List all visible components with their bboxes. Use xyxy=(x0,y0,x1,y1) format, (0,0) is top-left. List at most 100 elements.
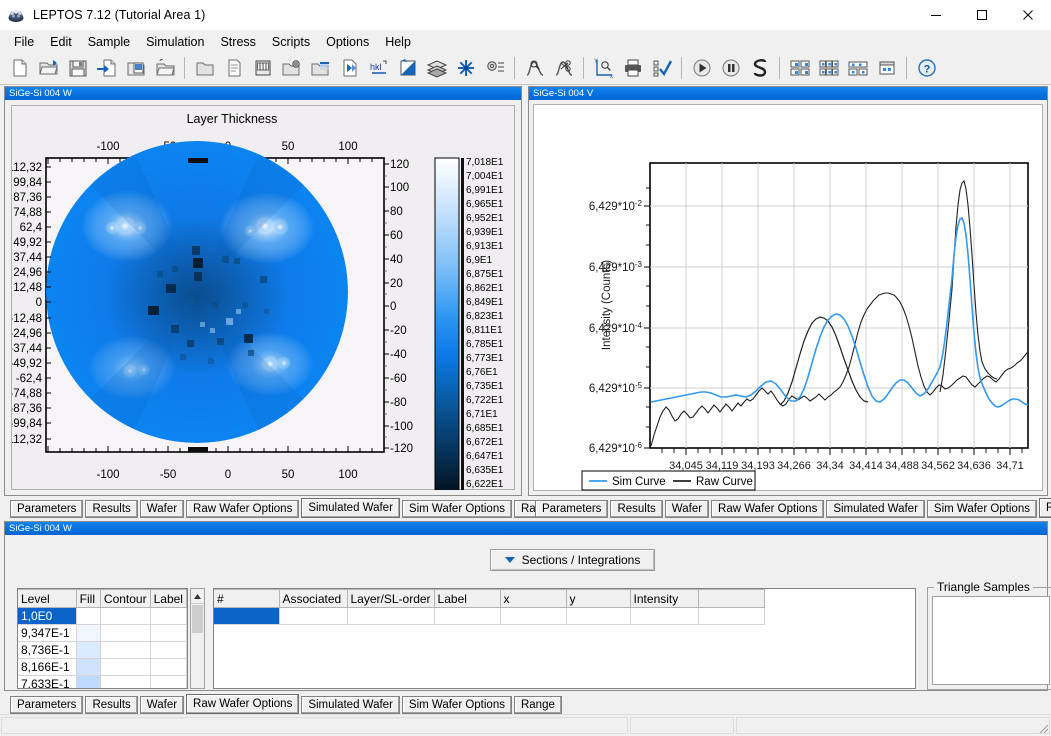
table-row[interactable]: 1,0E0 xyxy=(18,608,187,625)
cell-layer-slorder[interactable] xyxy=(347,608,434,625)
tile-4-icon[interactable] xyxy=(785,54,814,83)
cell-label[interactable] xyxy=(150,642,186,659)
tab-sim-wafer-options-2[interactable]: Sim Wafer Options xyxy=(927,500,1037,518)
sections-integrations-button[interactable]: Sections / Integrations xyxy=(490,549,655,571)
cell-label[interactable] xyxy=(150,625,186,642)
table-row[interactable] xyxy=(214,608,915,625)
pause-icon[interactable] xyxy=(716,54,745,83)
cell-label[interactable] xyxy=(150,659,186,676)
help-icon[interactable]: ? xyxy=(912,54,941,83)
minimize-icon[interactable] xyxy=(913,0,959,31)
col-level[interactable]: Level xyxy=(18,590,76,608)
cell-level[interactable]: 8,736E-1 xyxy=(18,642,76,659)
col-y[interactable]: y xyxy=(566,590,630,608)
database-icon[interactable] xyxy=(248,54,277,83)
menu-help[interactable]: Help xyxy=(377,33,419,51)
open-folder-icon[interactable] xyxy=(34,54,63,83)
close-icon[interactable] xyxy=(1005,0,1051,31)
cell-level[interactable]: 7,633E-1 xyxy=(18,676,76,690)
gradient-fill-icon[interactable] xyxy=(393,54,422,83)
tab-raw-wafer-options-2[interactable]: Raw Wafer Options xyxy=(711,500,824,518)
col-label2[interactable]: Label xyxy=(434,590,500,608)
cell-label2[interactable] xyxy=(434,608,500,625)
tab-parameters-3[interactable]: Parameters xyxy=(10,696,83,714)
run-script-icon[interactable] xyxy=(335,54,364,83)
cell-y[interactable] xyxy=(566,608,630,625)
tab-parameters[interactable]: Parameters xyxy=(10,500,83,518)
cell-fill[interactable] xyxy=(76,625,100,642)
document-icon[interactable] xyxy=(219,54,248,83)
tab-sim-wafer-options-3[interactable]: Sim Wafer Options xyxy=(402,696,512,714)
col-layer-slorder[interactable]: Layer/SL-order xyxy=(347,590,434,608)
resize-grip-icon[interactable] xyxy=(1035,720,1049,734)
cell-level[interactable]: 8,166E-1 xyxy=(18,659,76,676)
cell-fill[interactable] xyxy=(76,608,100,625)
cell-associated[interactable] xyxy=(279,608,347,625)
menu-edit[interactable]: Edit xyxy=(42,33,80,51)
folder-icon[interactable] xyxy=(190,54,219,83)
col-associated[interactable]: Associated xyxy=(279,590,347,608)
open-special-folder-icon[interactable] xyxy=(150,54,179,83)
menu-simulation[interactable]: Simulation xyxy=(138,33,212,51)
xrd-curve-plot[interactable]: 6,429*10-2 6,429*10-3 6,429*10-4 6,429*1… xyxy=(533,104,1043,491)
export-document-icon[interactable] xyxy=(121,54,150,83)
import-document-icon[interactable] xyxy=(92,54,121,83)
cell-contour[interactable] xyxy=(100,676,150,690)
save-disk-icon[interactable] xyxy=(63,54,92,83)
tab-wafer-2[interactable]: Wafer xyxy=(665,500,709,518)
table-row[interactable]: 7,633E-1 xyxy=(18,676,187,690)
asterisk-icon[interactable] xyxy=(451,54,480,83)
col-label[interactable]: Label xyxy=(150,590,186,608)
col-contour[interactable]: Contour xyxy=(100,590,150,608)
folder-settings-icon[interactable] xyxy=(277,54,306,83)
tab-wafer[interactable]: Wafer xyxy=(140,500,184,518)
cell-contour[interactable] xyxy=(100,608,150,625)
tab-results-3[interactable]: Results xyxy=(85,696,137,714)
tab-simulated-wafer-2[interactable]: Simulated Wafer xyxy=(826,500,925,518)
tab-raw-wafer-options[interactable]: Raw Wafer Options xyxy=(186,500,299,518)
axis-xy-icon[interactable]: Yx xyxy=(589,54,618,83)
play-icon[interactable] xyxy=(687,54,716,83)
gear-list-icon[interactable] xyxy=(480,54,509,83)
cell-fill[interactable] xyxy=(76,659,100,676)
menu-scripts[interactable]: Scripts xyxy=(264,33,318,51)
col-x[interactable]: x xyxy=(500,590,566,608)
level-table-scrollbar[interactable] xyxy=(190,588,205,689)
s-curve-icon[interactable] xyxy=(745,54,774,83)
maximize-icon[interactable] xyxy=(959,0,1005,31)
cell-fill[interactable] xyxy=(76,642,100,659)
tab-range-3[interactable]: Range xyxy=(514,696,562,714)
menu-options[interactable]: Options xyxy=(318,33,377,51)
folder-layers-icon[interactable] xyxy=(306,54,335,83)
level-table[interactable]: Level Fill Contour Label 1,0E0 xyxy=(17,588,188,689)
sections-table[interactable]: # Associated Layer/SL-order Label x y In… xyxy=(213,588,916,689)
cell-blank[interactable] xyxy=(698,608,764,625)
col-blank[interactable] xyxy=(698,590,764,608)
cell-level[interactable]: 1,0E0 xyxy=(18,608,76,625)
tab-wafer-3[interactable]: Wafer xyxy=(140,696,184,714)
triangle-samples-listbox[interactable] xyxy=(932,596,1050,685)
tab-results[interactable]: Results xyxy=(85,500,137,518)
col-fill[interactable]: Fill xyxy=(76,590,100,608)
tab-sim-wafer-options[interactable]: Sim Wafer Options xyxy=(402,500,512,518)
tab-simulated-wafer-3[interactable]: Simulated Wafer xyxy=(301,696,400,714)
cell-x[interactable] xyxy=(500,608,566,625)
cell-contour[interactable] xyxy=(100,659,150,676)
cell-fill[interactable] xyxy=(76,676,100,690)
cell-label[interactable] xyxy=(150,676,186,690)
cell-number[interactable] xyxy=(214,608,279,625)
tab-raw-wafer-options-3[interactable]: Raw Wafer Options xyxy=(186,694,299,714)
scrollbar-thumb[interactable] xyxy=(192,605,203,633)
cell-intensity[interactable] xyxy=(630,608,698,625)
menu-file[interactable]: File xyxy=(6,33,42,51)
cut-curve-icon[interactable] xyxy=(549,54,578,83)
tab-results-2[interactable]: Results xyxy=(610,500,662,518)
tab-simulated-wafer[interactable]: Simulated Wafer xyxy=(301,498,400,518)
chevron-up-icon[interactable] xyxy=(191,589,204,604)
table-row[interactable]: 8,166E-1 xyxy=(18,659,187,676)
table-row[interactable]: 9,347E-1 xyxy=(18,625,187,642)
hkl-icon[interactable]: hkl xyxy=(364,54,393,83)
tab-parameters-2[interactable]: Parameters xyxy=(535,500,608,518)
cell-level[interactable]: 9,347E-1 xyxy=(18,625,76,642)
col-number[interactable]: # xyxy=(214,590,279,608)
